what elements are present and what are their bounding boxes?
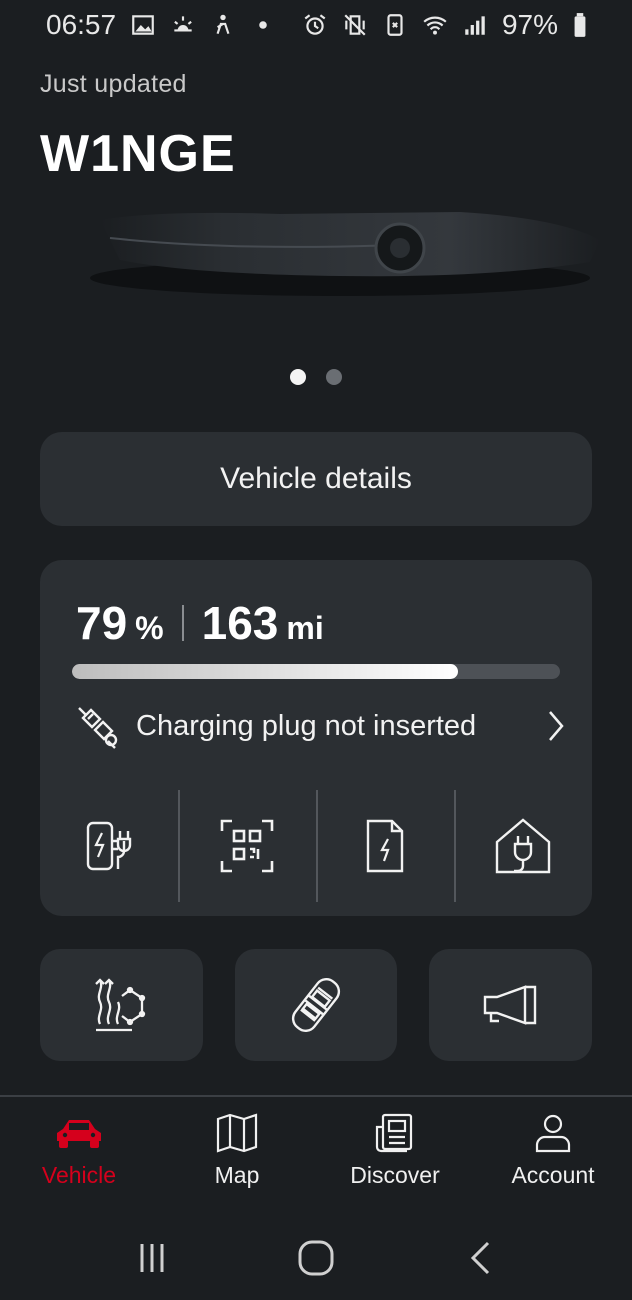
climate-icon	[95, 978, 146, 1032]
nav-tab-discover[interactable]: Discover	[316, 1110, 474, 1200]
home-button[interactable]	[291, 1233, 341, 1283]
sunrise-icon	[170, 12, 196, 38]
nav-tab-account[interactable]: Account	[474, 1110, 632, 1200]
vehicle-lock-tile[interactable]	[234, 949, 398, 1061]
quick-actions	[40, 949, 593, 1061]
climate-tile[interactable]	[40, 949, 203, 1061]
system-navigation-bar	[0, 1216, 632, 1300]
charging-document-icon	[366, 819, 404, 873]
horn-icon	[483, 985, 536, 1025]
charging-station-icon	[86, 821, 132, 871]
car-top-view-icon	[291, 978, 341, 1032]
charge-summary: 79 % 163 mi	[76, 596, 324, 650]
home-charging-action[interactable]	[454, 788, 592, 904]
signal-icon	[462, 12, 488, 38]
nav-tab-vehicle[interactable]: Vehicle	[0, 1110, 158, 1200]
image-icon	[130, 12, 156, 38]
nav-label-discover: Discover	[350, 1162, 440, 1188]
nav-label-vehicle: Vehicle	[41, 1162, 117, 1188]
status-time: 06:57	[46, 9, 117, 40]
notification-dot-icon	[250, 12, 276, 38]
nav-label-account: Account	[511, 1162, 595, 1188]
home-charging-icon	[495, 818, 551, 874]
carousel-dot-2[interactable]	[326, 369, 342, 385]
vehicle-details-button[interactable]: Vehicle details	[40, 432, 592, 526]
charging-contract-action[interactable]	[316, 788, 454, 904]
bottom-nav-divider	[0, 1095, 632, 1097]
battery-icon	[572, 12, 588, 38]
bottom-navigation: Vehicle Map Discover Account	[0, 1110, 632, 1200]
recents-button[interactable]	[127, 1233, 177, 1283]
carousel-dot-1[interactable]	[290, 369, 306, 385]
horn-tile[interactable]	[429, 949, 593, 1061]
range-unit: mi	[286, 610, 324, 646]
map-icon	[211, 1110, 263, 1156]
charging-card: 79 % 163 mi Charging plug not inserted	[40, 560, 592, 916]
charging-plug-status: Charging plug not inserted	[136, 709, 477, 742]
charging-action[interactable]	[40, 788, 178, 904]
recents-icon	[140, 1244, 164, 1272]
range-value: 163	[201, 597, 279, 649]
accessibility-icon	[210, 12, 236, 38]
data-saver-icon	[382, 12, 408, 38]
news-icon	[369, 1110, 421, 1156]
charging-plug-status-row[interactable]: Charging plug not inserted	[72, 700, 568, 752]
wifi-icon	[422, 12, 448, 38]
charging-actions	[40, 788, 592, 904]
status-bar-left: 06:57	[46, 9, 276, 41]
qr-scan-action[interactable]	[178, 788, 316, 904]
nav-label-map: Map	[214, 1162, 260, 1188]
vehicle-image[interactable]	[40, 200, 632, 310]
battery-level-fill	[72, 664, 458, 679]
summary-divider	[181, 605, 184, 641]
qr-code-icon	[220, 819, 274, 873]
unplugged-icon	[72, 701, 122, 751]
status-bar: 06:57 97%	[0, 0, 632, 50]
last-updated-text: Just updated	[40, 70, 187, 98]
home-icon	[298, 1240, 334, 1276]
person-icon	[527, 1110, 579, 1156]
battery-percent-value: 79	[76, 597, 128, 649]
battery-percent: 97%	[501, 9, 558, 40]
battery-percent-unit: %	[135, 610, 164, 646]
carousel-indicator	[0, 369, 632, 385]
nav-tab-map[interactable]: Map	[158, 1110, 316, 1200]
vibrate-icon	[342, 12, 368, 38]
back-button[interactable]	[455, 1233, 505, 1283]
chevron-right-icon	[544, 706, 568, 746]
alarm-icon	[302, 12, 328, 38]
vehicle-name: W1NGE	[40, 125, 236, 183]
back-icon	[470, 1241, 490, 1275]
status-bar-right: 97%	[302, 9, 588, 41]
battery-level-bar	[72, 664, 560, 679]
car-icon	[53, 1110, 105, 1156]
